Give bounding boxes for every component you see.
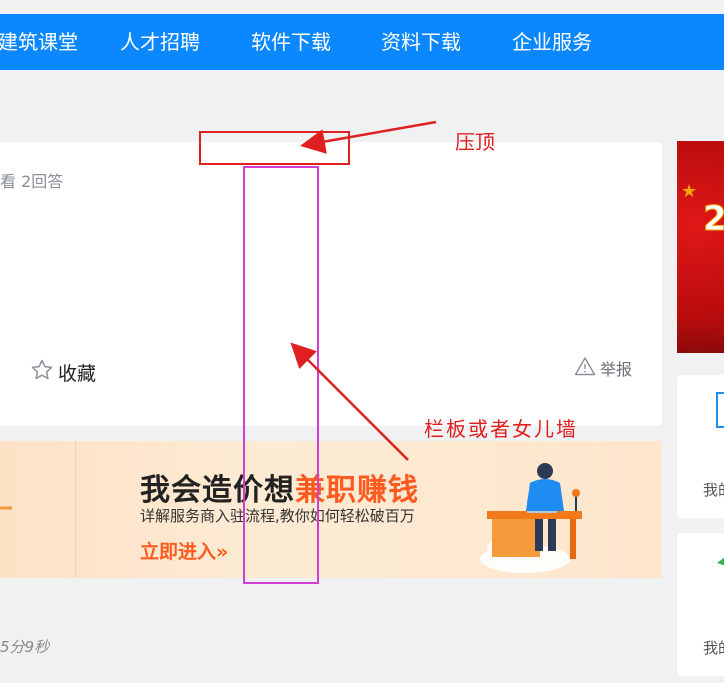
- annotation-label-coping: 压顶: [455, 130, 495, 154]
- annotation-label-parapet: 栏板或者女儿墙: [424, 417, 578, 441]
- annotation-arrows: [290, 120, 437, 461]
- arrow-to-coping: [300, 120, 437, 154]
- arrow-to-parapet: [290, 342, 409, 461]
